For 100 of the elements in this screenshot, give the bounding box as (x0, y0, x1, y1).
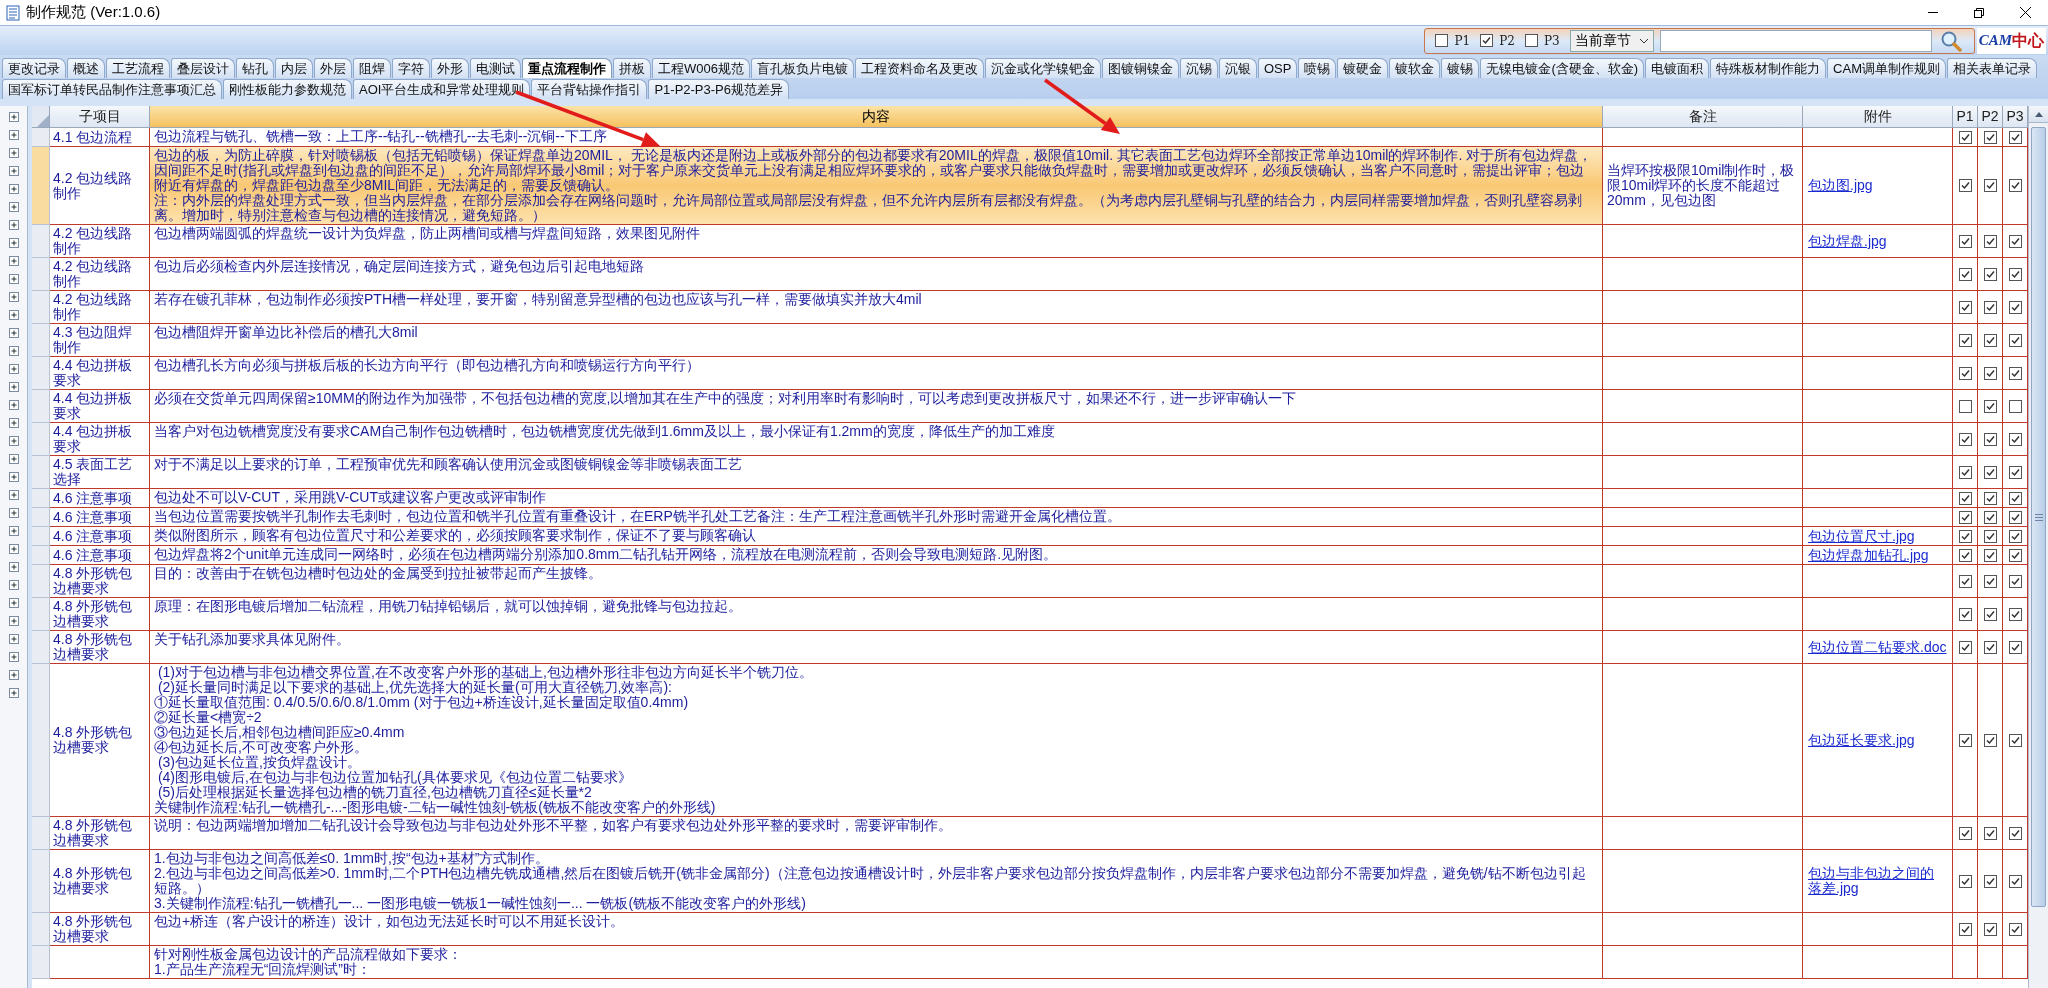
checkbox[interactable] (1983, 366, 1997, 380)
tab[interactable]: P1-P2-P3-P6规范差异 (648, 79, 789, 99)
checkbox[interactable] (1524, 34, 1538, 47)
checkbox[interactable] (2008, 574, 2022, 588)
tab[interactable]: 阻焊 (353, 58, 391, 78)
attachment-link[interactable]: 包边位置尺寸.jpg (1808, 528, 1915, 544)
checkbox[interactable] (1958, 548, 1972, 562)
checkbox[interactable] (1958, 640, 1972, 654)
checkbox[interactable] (2008, 300, 2022, 314)
expand-icon[interactable] (8, 382, 19, 392)
checkbox[interactable] (1983, 300, 1997, 314)
column-header[interactable]: 附件 (1803, 106, 1953, 128)
tab[interactable]: 钻孔 (236, 58, 274, 78)
expand-icon[interactable] (8, 112, 19, 122)
checkbox[interactable] (1983, 874, 1997, 888)
checkbox[interactable] (1958, 874, 1972, 888)
checkbox[interactable] (1958, 491, 1972, 505)
attachment-link[interactable]: 包边与非包边之间的落差.jpg (1808, 866, 1947, 896)
checkbox[interactable] (2008, 640, 2022, 654)
checkbox[interactable] (2008, 548, 2022, 562)
expand-icon[interactable] (8, 598, 19, 608)
scroll-up-button[interactable] (2029, 106, 2048, 123)
scrollbar[interactable] (2028, 106, 2048, 988)
checkbox[interactable] (1983, 432, 1997, 446)
expand-icon[interactable] (8, 544, 19, 554)
checkbox[interactable] (1958, 179, 1972, 192)
checkbox[interactable] (1983, 130, 1997, 144)
tab[interactable]: 国军标订单转民品制作注意事项汇总 (2, 79, 222, 99)
checkbox[interactable] (2008, 130, 2022, 144)
checkbox[interactable] (1480, 34, 1494, 47)
column-header[interactable]: P1 (1953, 106, 1978, 128)
checkbox[interactable] (1958, 465, 1972, 479)
tab[interactable]: 电测试 (470, 58, 521, 78)
checkbox[interactable] (1435, 34, 1449, 47)
checkbox[interactable] (1983, 733, 1997, 747)
checkbox[interactable] (1983, 529, 1997, 543)
checkbox[interactable] (1983, 399, 1997, 413)
checkbox[interactable] (1983, 491, 1997, 505)
scope-dropdown[interactable]: 当前章节 (1569, 29, 1654, 52)
checkbox[interactable] (1983, 465, 1997, 479)
search-field[interactable] (1659, 29, 1932, 52)
checkbox[interactable] (1958, 399, 1972, 413)
tab[interactable]: 无镍电镀金(含硬金、软金) (1480, 58, 1645, 78)
expand-icon[interactable] (8, 472, 19, 482)
tab[interactable]: 特殊板材制作能力 (1710, 58, 1827, 78)
attachment-link[interactable]: 包边延长要求.jpg (1808, 732, 1915, 748)
checkbox[interactable] (1983, 333, 1997, 347)
column-header[interactable]: 备注 (1603, 106, 1803, 128)
attachment-link[interactable]: 包边焊盘加钻孔.jpg (1808, 547, 1929, 563)
checkbox[interactable] (1958, 826, 1972, 840)
checkbox[interactable] (2008, 432, 2022, 446)
tab[interactable]: 更改记录 (2, 58, 66, 78)
column-header[interactable]: 内容 (150, 106, 1603, 128)
checkbox[interactable] (1958, 607, 1972, 621)
checkbox[interactable] (1958, 922, 1972, 936)
expand-icon[interactable] (8, 148, 19, 158)
checkbox[interactable] (2008, 366, 2022, 380)
tab[interactable]: 平台背钻操作指引 (531, 79, 648, 99)
expand-icon[interactable] (8, 526, 19, 536)
checkbox[interactable] (2008, 922, 2022, 936)
expand-icon[interactable] (8, 508, 19, 518)
checkbox[interactable] (1983, 922, 1997, 936)
expand-icon[interactable] (8, 274, 19, 284)
checkbox[interactable] (2008, 333, 2022, 347)
expand-icon[interactable] (8, 616, 19, 626)
expand-icon[interactable] (8, 184, 19, 194)
expand-icon[interactable] (8, 400, 19, 410)
tab[interactable]: 盲孔板负片电镀 (750, 58, 854, 78)
checkbox[interactable] (1958, 267, 1972, 281)
tab[interactable]: 外层 (314, 58, 352, 78)
checkbox[interactable] (1983, 640, 1997, 654)
checkbox[interactable] (1958, 366, 1972, 380)
expand-icon[interactable] (8, 688, 19, 698)
expand-icon[interactable] (8, 454, 19, 464)
checkbox[interactable] (1983, 179, 1997, 192)
column-header[interactable]: P3 (2003, 106, 2028, 128)
checkbox[interactable] (2008, 874, 2022, 888)
tab[interactable]: 沉锡 (1179, 58, 1218, 78)
column-header[interactable]: P2 (1978, 106, 2003, 128)
tab[interactable]: 沉银 (1218, 58, 1257, 78)
tab[interactable]: 电镀面积 (1645, 58, 1710, 78)
expand-icon[interactable] (8, 220, 19, 230)
tab[interactable]: 重点流程制作 (522, 58, 612, 78)
checkbox[interactable] (2008, 607, 2022, 621)
tab[interactable]: OSP (1257, 58, 1298, 78)
tab[interactable]: 工程W006规范 (652, 58, 750, 78)
checkbox[interactable] (2008, 491, 2022, 505)
tab[interactable]: 字符 (392, 58, 430, 78)
checkbox[interactable] (2008, 234, 2022, 248)
tab[interactable]: 图镀铜镍金 (1101, 58, 1179, 78)
tab[interactable]: 喷锡 (1298, 58, 1337, 78)
checkbox[interactable] (2008, 179, 2022, 192)
checkbox[interactable] (1958, 432, 1972, 446)
tab[interactable]: 镀软金 (1389, 58, 1441, 78)
expand-icon[interactable] (8, 670, 19, 680)
checkbox[interactable] (1958, 510, 1972, 524)
checkbox[interactable] (1983, 607, 1997, 621)
tab[interactable]: 镀硬金 (1337, 58, 1389, 78)
attachment-link[interactable]: 包边位置二钻要求.doc (1808, 639, 1947, 655)
checkbox[interactable] (1958, 130, 1972, 144)
